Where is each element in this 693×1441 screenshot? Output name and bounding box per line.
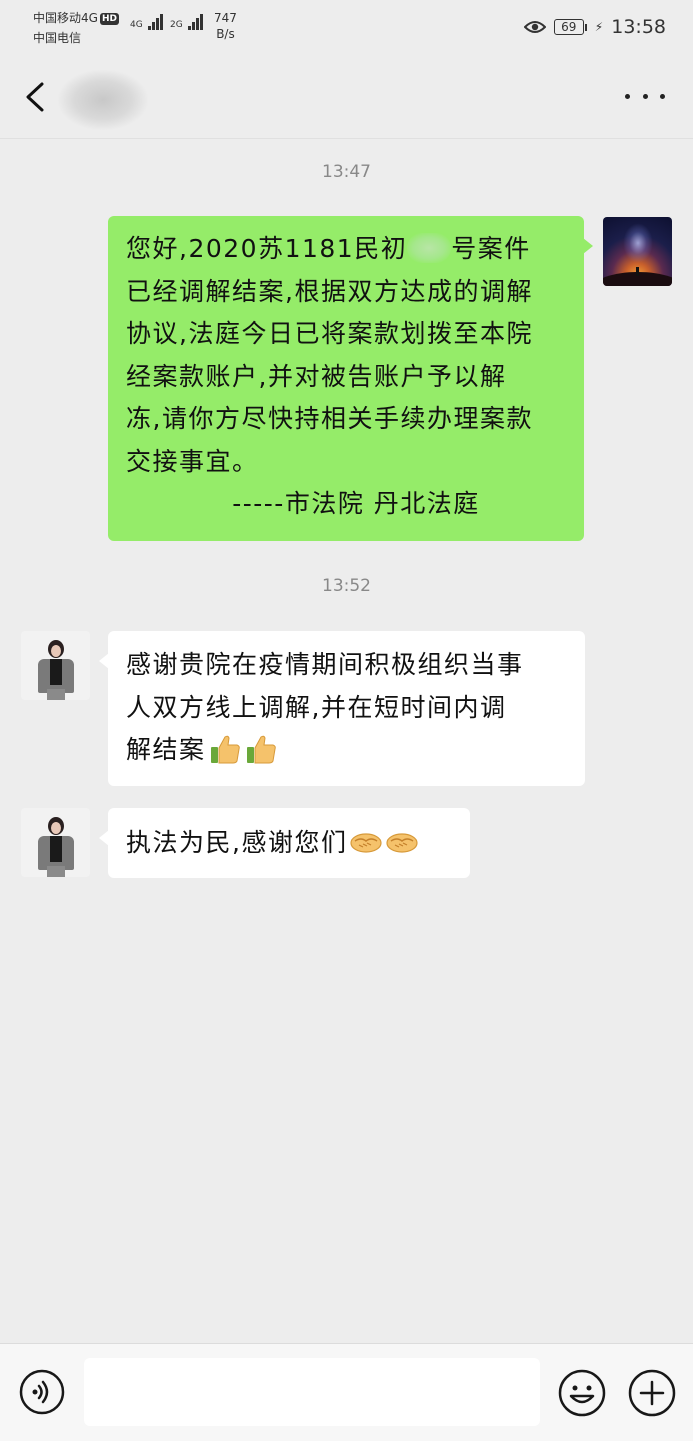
hd-badge: HD — [99, 13, 119, 25]
carrier-1: 中国移动4G — [33, 11, 98, 25]
plus-icon[interactable] — [627, 1368, 677, 1418]
message-line: 感谢贵院在疫情期间积极组织当事 — [126, 650, 524, 679]
battery-level: 69 — [553, 19, 584, 35]
voice-icon[interactable] — [18, 1368, 66, 1416]
contact-name-blurred — [58, 70, 148, 130]
handshake-icon — [386, 833, 419, 853]
handshake-icon — [350, 833, 383, 853]
carrier-info: 中国移动4G HD 中国电信 — [33, 8, 119, 48]
more-options-icon[interactable] — [625, 86, 665, 106]
back-icon[interactable] — [18, 74, 52, 120]
network-speed: 747 B/s — [214, 11, 237, 41]
message-line: 经案款账户,并对被告账户予以解 — [126, 361, 507, 391]
message-line: 您好,2020苏1181民初 号案件 — [126, 233, 531, 263]
status-time: 13:58 — [611, 16, 666, 38]
redacted-text — [407, 233, 452, 263]
message-input[interactable] — [84, 1358, 540, 1426]
contact-avatar[interactable] — [21, 631, 90, 700]
timestamp: 13:47 — [322, 162, 371, 182]
message-line: 冻,请你方尽快持相关手续办理案款 — [126, 404, 533, 433]
message-line: 解结案 — [126, 729, 567, 772]
message-bubble-outgoing[interactable]: 您好,2020苏1181民初 号案件 已经调解结案,根据双方达成的调解 协议,法庭… — [108, 216, 593, 541]
chat-header — [0, 52, 693, 139]
message-line: 协议,法庭今日已将案款划拨至本院 — [126, 319, 533, 348]
message-signature: -----市法院 丹北法庭 — [232, 489, 480, 518]
eye-icon — [523, 21, 546, 33]
message-bubble-incoming[interactable]: 执法为民,感谢您们 — [99, 808, 470, 878]
thumbs-up-icon — [246, 735, 276, 764]
timestamp: 13:52 — [322, 576, 371, 596]
signal-1: 4G — [130, 14, 164, 30]
status-bar: 中国移动4G HD 中国电信 4G 2G 747 B/s 69 ⚡ 13:58 — [0, 0, 693, 52]
signal-bars-icon — [187, 14, 204, 30]
carrier-2: 中国电信 — [33, 31, 82, 45]
input-bar — [0, 1343, 693, 1441]
signal-bars-icon — [147, 14, 164, 30]
signal-2: 2G — [170, 14, 204, 30]
message-line: 人双方线上调解,并在短时间内调 — [126, 692, 507, 722]
message-bubble-incoming[interactable]: 感谢贵院在疫情期间积极组织当事 人双方线上调解,并在短时间内调 解结案 — [99, 631, 585, 786]
message-line: 执法为民,感谢您们 — [126, 822, 452, 865]
charging-icon: ⚡ — [594, 20, 604, 34]
emoji-icon[interactable] — [557, 1368, 607, 1418]
my-avatar[interactable] — [603, 217, 672, 286]
message-line: 交接事宜。 — [126, 446, 259, 476]
contact-avatar[interactable] — [21, 808, 90, 877]
thumbs-up-icon — [210, 735, 240, 764]
message-line: 已经调解结案,根据双方达成的调解 — [126, 276, 533, 306]
battery-icon: 69 — [553, 19, 587, 35]
